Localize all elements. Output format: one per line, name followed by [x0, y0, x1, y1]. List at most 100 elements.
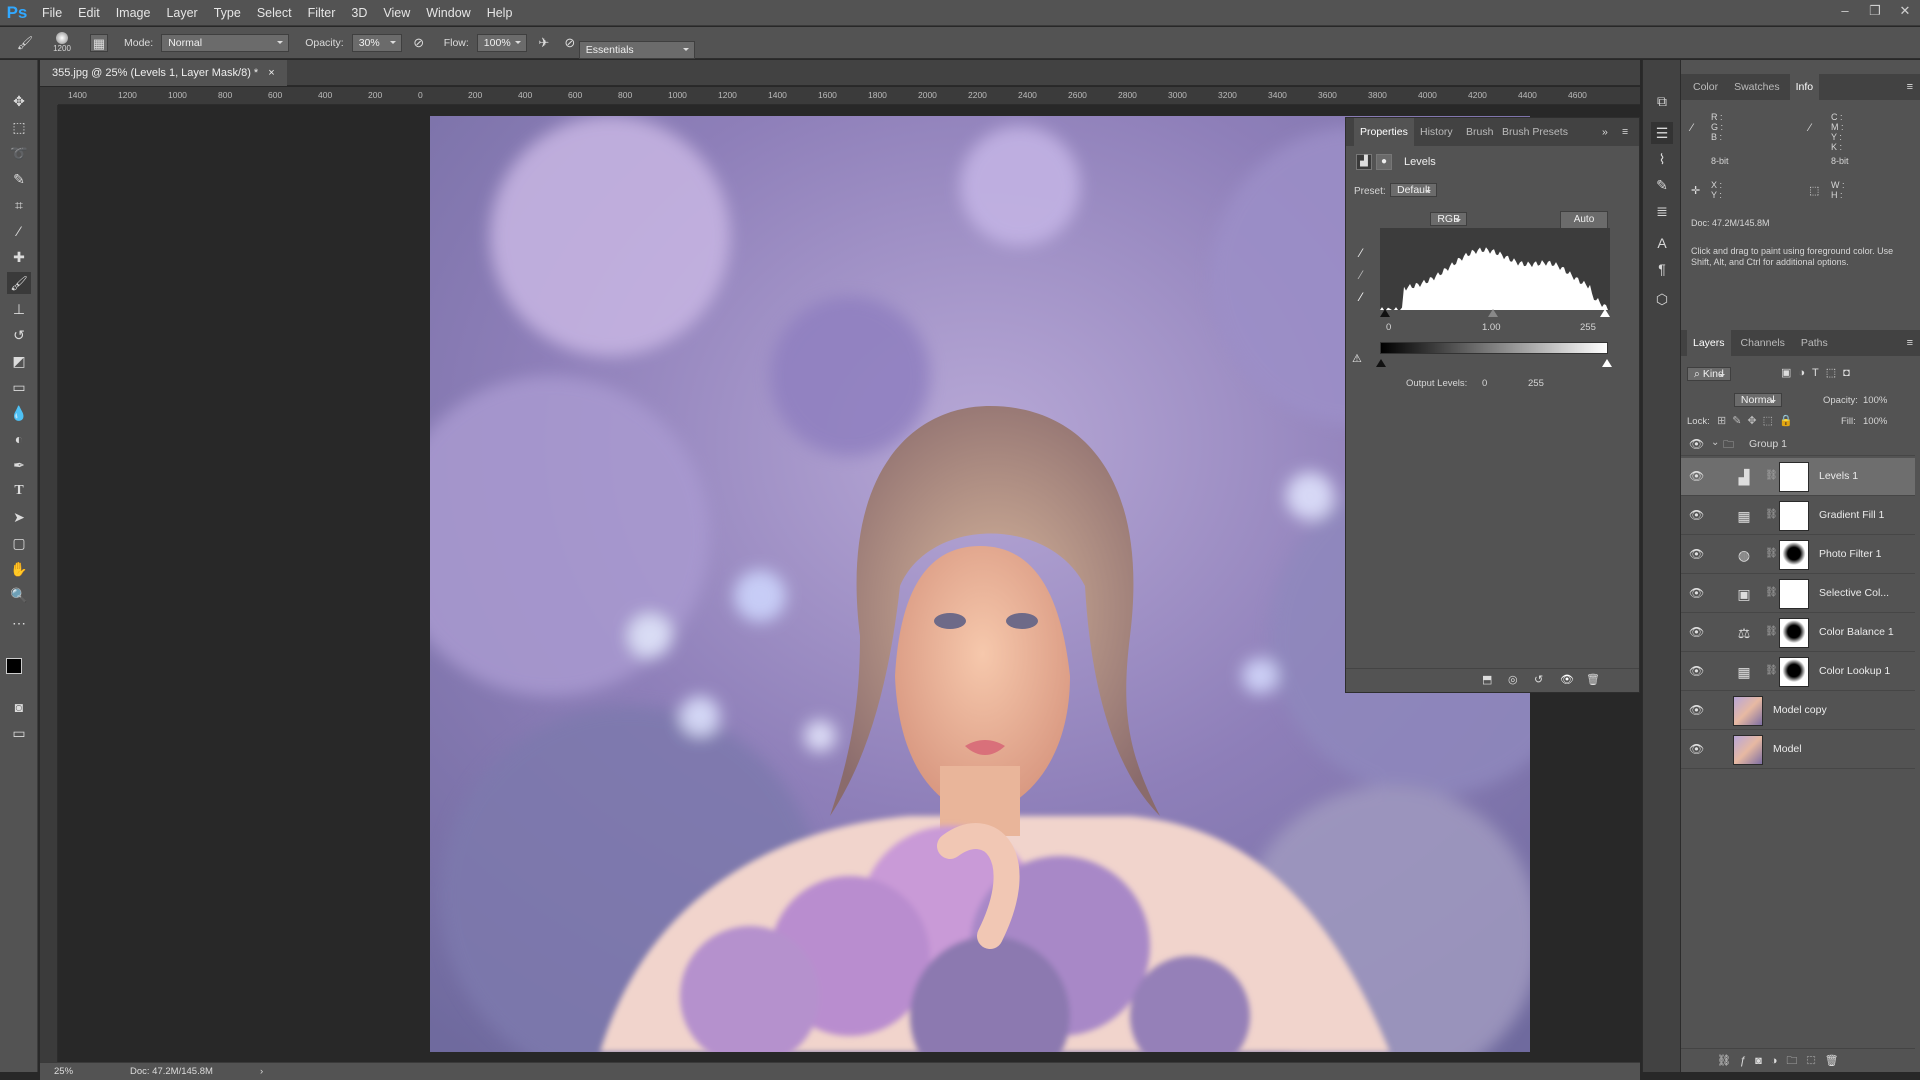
- layer-row[interactable]: 👁 Model copy: [1681, 692, 1915, 730]
- eyedropper-tool-icon[interactable]: ⁄: [7, 220, 31, 242]
- layer-mask-thumbnail[interactable]: [1779, 579, 1809, 609]
- layer-mask-thumbnail[interactable]: [1779, 657, 1809, 687]
- auto-button[interactable]: Auto: [1560, 211, 1608, 229]
- eye-icon[interactable]: 👁: [1689, 547, 1704, 561]
- clipping-warning-icon[interactable]: ⚠: [1352, 352, 1362, 365]
- status-arrow-icon[interactable]: ›: [260, 1063, 263, 1080]
- shape-tool-icon[interactable]: ▢: [7, 532, 31, 554]
- black-point-eyedropper-icon[interactable]: ⁄: [1360, 246, 1362, 260]
- brush-panel-icon[interactable]: ⌇: [1651, 148, 1673, 170]
- brush-tool-icon[interactable]: 🖌: [7, 272, 31, 294]
- layer-opacity-value[interactable]: 100%: [1863, 395, 1887, 406]
- eye-icon[interactable]: 👁: [1689, 703, 1704, 717]
- menu-file[interactable]: File: [34, 6, 70, 20]
- brush-panel-toggle-icon[interactable]: ▦: [90, 33, 108, 52]
- foreground-color-swatch[interactable]: [6, 658, 22, 674]
- gradient-tool-icon[interactable]: ▭: [7, 376, 31, 398]
- airbrush-icon[interactable]: ✈: [535, 34, 553, 52]
- delete-adjustment-icon[interactable]: 🗑: [1586, 673, 1600, 686]
- brush-tool-icon[interactable]: 🖌: [16, 34, 34, 52]
- eye-icon[interactable]: 👁: [1689, 508, 1704, 522]
- clip-to-layer-icon[interactable]: ⬒: [1482, 673, 1492, 686]
- menu-filter[interactable]: Filter: [300, 6, 344, 20]
- preset-select[interactable]: Default: [1390, 183, 1438, 197]
- fill-value[interactable]: 100%: [1863, 416, 1887, 427]
- screen-mode-icon[interactable]: ▭: [7, 722, 31, 744]
- brush-preset-picker[interactable]: 1200: [42, 32, 82, 53]
- lock-icons[interactable]: ⊞✎✥⬚🔒: [1717, 414, 1799, 427]
- layer-row[interactable]: 👁 ▦ ⛓ Gradient Fill 1: [1681, 497, 1915, 535]
- output-white-value[interactable]: 255: [1528, 378, 1544, 389]
- menu-view[interactable]: View: [375, 6, 418, 20]
- layer-row[interactable]: 👁 ⚖ ⛓ Color Balance 1: [1681, 614, 1915, 652]
- input-black-slider[interactable]: [1380, 304, 1390, 317]
- input-gamma-value[interactable]: 1.00: [1482, 322, 1501, 333]
- mask-icon[interactable]: ●: [1376, 154, 1392, 170]
- zoom-level[interactable]: 25%: [54, 1063, 73, 1080]
- brush-presets-icon[interactable]: ✎: [1651, 174, 1673, 196]
- properties-panel-icon[interactable]: ☰: [1651, 122, 1673, 144]
- link-icon[interactable]: ⛓: [1765, 509, 1778, 520]
- output-white-slider[interactable]: [1602, 354, 1612, 367]
- quick-select-tool-icon[interactable]: ✎: [7, 168, 31, 190]
- history-panel-icon[interactable]: ⧉: [1651, 90, 1673, 112]
- crop-tool-icon[interactable]: ⌗: [7, 194, 31, 216]
- layer-mask-thumbnail[interactable]: [1779, 540, 1809, 570]
- tab-channels[interactable]: Channels: [1735, 330, 1791, 356]
- info-menu-icon[interactable]: ≡: [1907, 74, 1913, 100]
- mode-select[interactable]: Normal: [161, 33, 290, 52]
- output-black-value[interactable]: 0: [1482, 378, 1487, 389]
- input-white-value[interactable]: 255: [1580, 322, 1596, 333]
- levels-adjustment-icon[interactable]: ▟: [1356, 154, 1372, 170]
- blend-mode-select[interactable]: Normal: [1733, 393, 1782, 407]
- flow-input[interactable]: 100%: [476, 33, 527, 52]
- eraser-tool-icon[interactable]: ◩: [7, 350, 31, 372]
- document-tab[interactable]: 355.jpg @ 25% (Levels 1, Layer Mask/8) *…: [40, 60, 287, 86]
- tab-swatches[interactable]: Swatches: [1728, 74, 1786, 100]
- lasso-tool-icon[interactable]: ➰: [7, 142, 31, 164]
- layer-mask-thumbnail[interactable]: [1779, 501, 1809, 531]
- pressure-size-icon[interactable]: ⊘: [561, 34, 579, 52]
- visibility-eye-icon[interactable]: 👁: [1560, 673, 1574, 686]
- view-previous-state-icon[interactable]: ◎: [1508, 673, 1518, 686]
- tab-brush-presets[interactable]: Brush Presets: [1502, 118, 1568, 146]
- paragraph-panel-icon[interactable]: ¶: [1651, 258, 1673, 280]
- zoom-tool-icon[interactable]: 🔍: [7, 584, 31, 606]
- stamp-tool-icon[interactable]: ⊥: [7, 298, 31, 320]
- input-white-slider[interactable]: [1600, 304, 1610, 317]
- quick-mask-icon[interactable]: ◙: [7, 696, 31, 718]
- layer-row[interactable]: 👁 ▣ ⛓ Selective Col...: [1681, 575, 1915, 613]
- close-icon[interactable]: ✕: [1890, 0, 1920, 26]
- eye-icon[interactable]: 👁: [1689, 437, 1704, 451]
- layer-row[interactable]: 👁 Model: [1681, 731, 1915, 769]
- hand-tool-icon[interactable]: ✋: [7, 558, 31, 580]
- link-icon[interactable]: ⛓: [1765, 470, 1778, 481]
- tab-info[interactable]: Info: [1789, 74, 1820, 100]
- layer-row[interactable]: 👁 ▦ ⛓ Color Lookup 1: [1681, 653, 1915, 691]
- expand-icon[interactable]: »: [1602, 118, 1608, 146]
- pressure-opacity-icon[interactable]: ⊘: [410, 34, 428, 52]
- tab-properties[interactable]: Properties: [1354, 118, 1414, 146]
- eye-icon[interactable]: 👁: [1689, 664, 1704, 678]
- input-gamma-slider[interactable]: [1488, 304, 1498, 317]
- marquee-tool-icon[interactable]: ⬚: [7, 116, 31, 138]
- dodge-tool-icon[interactable]: ◐: [7, 428, 31, 450]
- eye-icon[interactable]: 👁: [1689, 625, 1704, 639]
- input-black-value[interactable]: 0: [1386, 322, 1391, 333]
- more-tools-icon[interactable]: ⋯: [7, 612, 31, 634]
- reset-icon[interactable]: ↺: [1534, 673, 1543, 686]
- layer-row[interactable]: 👁 ◍ ⛓ Photo Filter 1: [1681, 536, 1915, 574]
- panel-menu-icon[interactable]: ≡: [1622, 118, 1628, 146]
- gray-point-eyedropper-icon[interactable]: ⁄: [1360, 268, 1362, 282]
- layer-filter-icons[interactable]: ▣◑T⬚◘: [1781, 366, 1857, 379]
- opacity-input[interactable]: 30%: [351, 33, 402, 52]
- eye-icon[interactable]: 👁: [1689, 469, 1704, 483]
- menu-type[interactable]: Type: [206, 6, 249, 20]
- link-icon[interactable]: ⛓: [1765, 665, 1778, 676]
- workspace-select[interactable]: Essentials: [578, 40, 695, 59]
- minimize-icon[interactable]: –: [1830, 0, 1860, 26]
- close-tab-icon[interactable]: ×: [268, 60, 274, 86]
- group-expand-icon[interactable]: ⌄: [1711, 437, 1719, 448]
- type-tool-icon[interactable]: T: [7, 480, 31, 502]
- layer-group-row[interactable]: 👁 ⌄ 🗀 Group 1: [1681, 432, 1915, 456]
